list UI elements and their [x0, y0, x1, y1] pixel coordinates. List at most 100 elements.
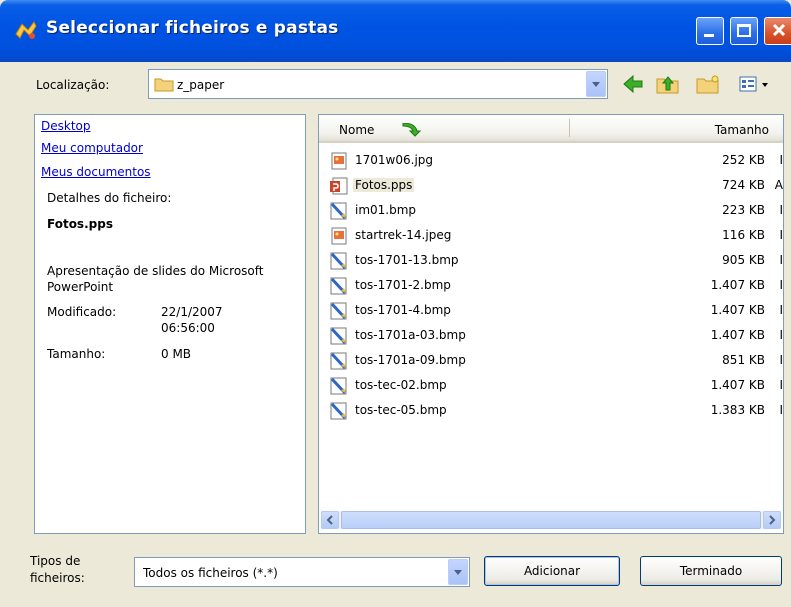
location-dropdown-button[interactable] [586, 71, 606, 97]
minimize-button[interactable] [696, 17, 724, 45]
minimize-icon [704, 34, 714, 37]
done-button[interactable]: Terminado [640, 556, 782, 586]
file-list[interactable]: Nome Tamanho 1701w06.jpg 252 KB I Fotos.pps… [318, 114, 784, 534]
chevron-right-icon [769, 515, 776, 525]
scroll-right-button[interactable] [763, 511, 781, 529]
truncated-column-text: I [779, 378, 783, 392]
scroll-left-button[interactable] [321, 511, 339, 529]
bitmap-file-icon [329, 376, 349, 396]
chevron-down-icon [592, 82, 600, 87]
file-name: tos-1701a-09.bmp [355, 353, 466, 367]
place-my-computer[interactable]: Meu computador [41, 141, 143, 155]
file-row[interactable]: tos-1701a-09.bmp 851 KB I [319, 349, 783, 373]
file-row[interactable]: startrek-14.jpeg 116 KB I [319, 224, 783, 248]
truncated-column-text: I [779, 403, 783, 417]
bitmap-file-icon [329, 326, 349, 346]
file-name: tos-1701-4.bmp [355, 303, 451, 317]
bitmap-file-icon [329, 251, 349, 271]
powerpoint-file-icon [329, 176, 349, 196]
view-menu-icon[interactable] [738, 74, 782, 94]
column-separator[interactable] [569, 119, 570, 137]
file-size: 724 KB [722, 178, 765, 192]
truncated-column-text: I [779, 328, 783, 342]
modified-time: 06:56:00 [161, 321, 215, 335]
file-row[interactable]: tos-1701a-03.bmp 1.407 KB I [319, 324, 783, 348]
image-file-icon [329, 226, 349, 246]
file-dialog-window: Seleccionar ficheiros e pastas Localizaç… [0, 0, 791, 607]
folder-icon [154, 78, 174, 92]
chevron-down-icon [454, 570, 462, 575]
file-row[interactable]: tos-1701-4.bmp 1.407 KB I [319, 299, 783, 323]
file-row[interactable]: tos-tec-02.bmp 1.407 KB I [319, 374, 783, 398]
app-icon [15, 21, 37, 39]
file-name: Fotos.pps [353, 178, 415, 192]
column-header: Nome Tamanho [319, 115, 783, 143]
file-types-label: Tipos de ficheiros: [30, 553, 85, 587]
maximize-icon [737, 24, 751, 37]
add-button-label: Adicionar [523, 564, 581, 578]
truncated-column-text: I [779, 278, 783, 292]
new-folder-icon[interactable] [696, 74, 720, 94]
bitmap-file-icon [329, 401, 349, 421]
file-size: 1.407 KB [710, 328, 765, 342]
file-row[interactable]: tos-tec-05.bmp 1.383 KB I [319, 399, 783, 423]
column-size-header[interactable]: Tamanho [715, 123, 769, 137]
file-size: 851 KB [722, 353, 765, 367]
file-size: 1.383 KB [710, 403, 765, 417]
horizontal-scrollbar[interactable] [321, 511, 781, 529]
bitmap-file-icon [329, 351, 349, 371]
truncated-column-text: I [779, 153, 783, 167]
scroll-thumb[interactable] [341, 511, 761, 529]
file-name: im01.bmp [355, 203, 417, 217]
back-arrow-icon[interactable] [622, 74, 644, 94]
modified-date: 22/1/2007 [161, 305, 223, 319]
file-size: 1.407 KB [710, 378, 765, 392]
truncated-column-text: I [779, 303, 783, 317]
bitmap-file-icon [329, 201, 349, 221]
file-name: tos-1701-13.bmp [355, 253, 459, 267]
location-value: z_paper [177, 78, 225, 92]
file-name: startrek-14.jpeg [355, 228, 452, 242]
file-size: 1.407 KB [710, 278, 765, 292]
file-name: tos-tec-05.bmp [355, 403, 447, 417]
sort-arrow-icon [402, 123, 421, 137]
file-name: tos-1701a-03.bmp [355, 328, 466, 342]
details-file-type: Apresentação de slides do Microsoft Powe… [47, 264, 264, 294]
truncated-column-text: I [779, 228, 783, 242]
close-button[interactable] [764, 17, 791, 45]
place-desktop[interactable]: Desktop [41, 119, 91, 133]
file-row[interactable]: im01.bmp 223 KB I [319, 199, 783, 223]
file-types-combo[interactable]: Todos os ficheiros (*.*) [134, 557, 470, 587]
done-button-label: Terminado [679, 564, 743, 578]
file-types-value: Todos os ficheiros (*.*) [143, 566, 278, 580]
file-row[interactable]: tos-1701-2.bmp 1.407 KB I [319, 274, 783, 298]
file-size: 252 KB [722, 153, 765, 167]
modified-label: Modificado: [47, 305, 117, 319]
file-size: 223 KB [722, 203, 765, 217]
file-types-dropdown-button[interactable] [448, 559, 468, 585]
size-value: 0 MB [161, 347, 192, 361]
truncated-column-text: I [779, 353, 783, 367]
file-name: tos-tec-02.bmp [355, 378, 447, 392]
file-row[interactable]: tos-1701-13.bmp 905 KB I [319, 249, 783, 273]
truncated-column-text: A [774, 178, 783, 192]
file-size: 905 KB [722, 253, 765, 267]
places-panel: Desktop Meu computador Meus documentos D… [34, 114, 306, 534]
place-my-documents[interactable]: Meus documentos [41, 165, 151, 179]
add-button[interactable]: Adicionar [484, 556, 620, 586]
maximize-button[interactable] [730, 17, 758, 45]
truncated-column-text: I [779, 203, 783, 217]
file-row[interactable]: Fotos.pps 724 KB A [319, 174, 783, 198]
chevron-left-icon [326, 515, 333, 525]
details-file-name: Fotos.pps [47, 217, 113, 231]
location-combo[interactable]: z_paper [148, 69, 608, 99]
up-folder-icon[interactable] [656, 74, 680, 94]
details-heading: Detalhes do ficheiro: [47, 191, 172, 205]
title-bar[interactable]: Seleccionar ficheiros e pastas [0, 0, 791, 62]
file-row[interactable]: 1701w06.jpg 252 KB I [319, 149, 783, 173]
file-size: 1.407 KB [710, 303, 765, 317]
column-name-header[interactable]: Nome [339, 123, 374, 137]
close-icon [772, 23, 786, 37]
file-name: tos-1701-2.bmp [355, 278, 451, 292]
window-title: Seleccionar ficheiros e pastas [46, 18, 339, 38]
